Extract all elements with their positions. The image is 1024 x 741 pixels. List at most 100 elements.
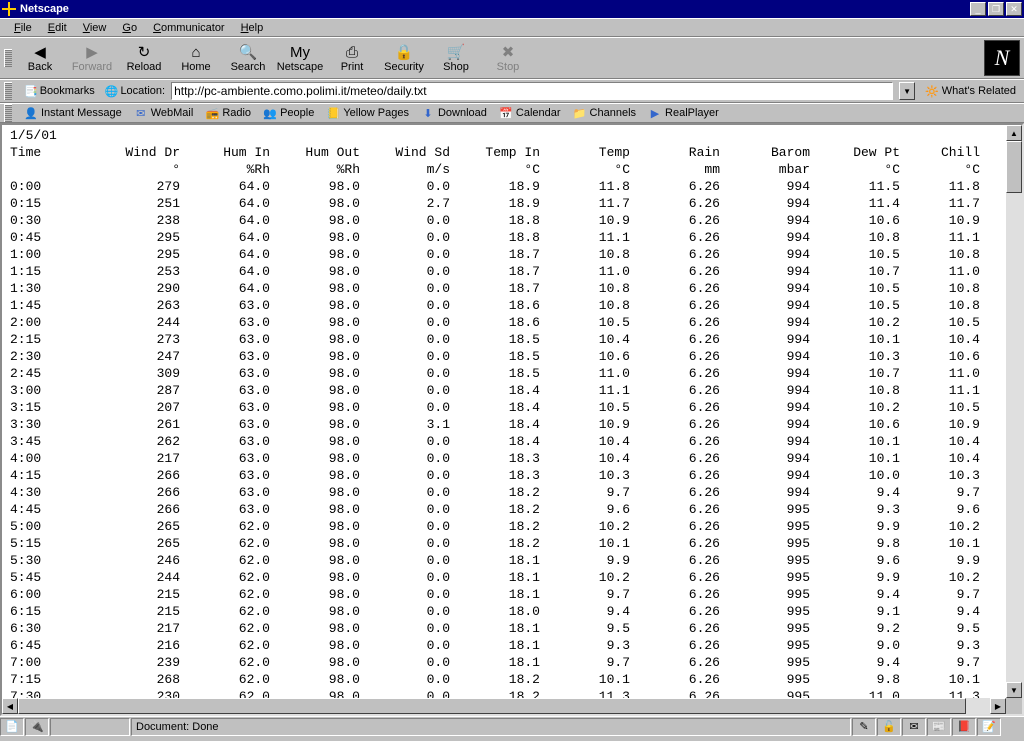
print-button[interactable]: ⎙Print — [326, 38, 378, 78]
menu-help[interactable]: Help — [233, 21, 272, 35]
personal-link-download[interactable]: ⬇Download — [421, 106, 487, 120]
link-icon: 👤 — [24, 106, 38, 120]
bookmarks-button[interactable]: 📑 Bookmarks — [20, 85, 99, 98]
table-cell: 994 — [720, 365, 810, 382]
table-cell: 10.1 — [810, 331, 900, 348]
personal-link-instant-message[interactable]: 👤Instant Message — [24, 106, 122, 120]
scroll-up-button[interactable]: ▲ — [1006, 125, 1022, 141]
stop-button: ✖Stop — [482, 38, 534, 78]
table-cell: 6.26 — [630, 586, 720, 603]
table-cell: 63.0 — [180, 382, 270, 399]
personal-link-realplayer[interactable]: ▶RealPlayer — [648, 106, 719, 120]
toolbar-handle[interactable] — [4, 82, 12, 100]
shop-button[interactable]: 🛒Shop — [430, 38, 482, 78]
security-button[interactable]: 🔒Security — [378, 38, 430, 78]
personal-link-people[interactable]: 👥People — [263, 106, 314, 120]
scroll-down-button[interactable]: ▼ — [1006, 682, 1022, 698]
reload-button[interactable]: ↻Reload — [118, 38, 170, 78]
scroll-left-button[interactable]: ◀ — [2, 698, 18, 714]
search-icon: 🔍 — [237, 43, 259, 61]
table-cell: 994 — [720, 178, 810, 195]
table-cell: 6.26 — [630, 603, 720, 620]
table-cell: 3:30 — [10, 416, 60, 433]
menu-communicator[interactable]: Communicator — [145, 21, 233, 35]
link-icon: 📻 — [205, 106, 219, 120]
table-cell: 63.0 — [180, 348, 270, 365]
personal-link-calendar[interactable]: 📅Calendar — [499, 106, 561, 120]
column-header: Temp In — [450, 144, 540, 161]
table-cell: 10.2 — [900, 518, 980, 535]
status-news-icon[interactable]: 📰 — [927, 718, 951, 736]
table-cell: 995 — [720, 620, 810, 637]
vertical-scroll-thumb[interactable] — [1006, 141, 1022, 193]
menu-edit[interactable]: Edit — [40, 21, 75, 35]
status-security-icon[interactable]: 🔓 — [877, 718, 901, 736]
table-cell: 10.4 — [900, 450, 980, 467]
table-cell: 98.0 — [270, 620, 360, 637]
menu-view[interactable]: View — [75, 21, 115, 35]
personal-link-webmail[interactable]: ✉WebMail — [134, 106, 194, 120]
table-cell: 98.0 — [270, 212, 360, 229]
table-row: 0:1525164.098.02.718.911.76.2699411.411.… — [10, 195, 980, 212]
column-header: Time — [10, 144, 60, 161]
status-mail-icon[interactable]: ✉ — [902, 718, 926, 736]
personal-link-channels[interactable]: 📁Channels — [573, 106, 636, 120]
scroll-right-button[interactable]: ▶ — [990, 698, 1006, 714]
table-cell: 5:30 — [10, 552, 60, 569]
table-row: 7:1526862.098.00.018.210.16.269959.810.1 — [10, 671, 980, 688]
horizontal-scrollbar[interactable]: ◀ ▶ — [2, 698, 1006, 714]
netscape-button[interactable]: MyNetscape — [274, 38, 326, 78]
url-input[interactable] — [172, 83, 892, 99]
table-cell: 2:00 — [10, 314, 60, 331]
table-cell: 9.1 — [810, 603, 900, 620]
home-button[interactable]: ⌂Home — [170, 38, 222, 78]
column-header: Wind Sd — [360, 144, 450, 161]
table-cell: 6.26 — [630, 280, 720, 297]
personal-link-radio[interactable]: 📻Radio — [205, 106, 251, 120]
table-cell: 0.0 — [360, 654, 450, 671]
vertical-scrollbar[interactable]: ▲ ▼ — [1006, 125, 1022, 698]
status-online-icon[interactable]: 🔌 — [25, 718, 49, 736]
table-cell: 295 — [60, 229, 180, 246]
status-component-icon[interactable]: 📄 — [0, 718, 24, 736]
personal-link-yellow-pages[interactable]: 📒Yellow Pages — [326, 106, 409, 120]
url-dropdown-button[interactable]: ▼ — [899, 82, 915, 100]
related-label: What's Related — [942, 85, 1016, 97]
search-button[interactable]: 🔍Search — [222, 38, 274, 78]
close-button[interactable]: ✕ — [1006, 2, 1022, 16]
table-cell: 63.0 — [180, 314, 270, 331]
table-cell: 247 — [60, 348, 180, 365]
table-cell: 0.0 — [360, 671, 450, 688]
table-cell: 266 — [60, 467, 180, 484]
table-cell: 0:15 — [10, 195, 60, 212]
table-cell: 246 — [60, 552, 180, 569]
menu-go[interactable]: Go — [114, 21, 145, 35]
table-cell: 0.0 — [360, 229, 450, 246]
table-cell: 9.4 — [900, 603, 980, 620]
whats-related-button[interactable]: 🔆 What's Related — [921, 85, 1020, 98]
table-cell: 9.3 — [900, 637, 980, 654]
table-cell: 9.3 — [810, 501, 900, 518]
link-icon: 👥 — [263, 106, 277, 120]
table-cell: 6.26 — [630, 263, 720, 280]
toolbar-handle[interactable] — [4, 104, 12, 122]
status-composer-icon[interactable]: ✎ — [852, 718, 876, 736]
location-toolbar: 📑 Bookmarks 🌐 Location: ▼ 🔆 What's Relat… — [0, 79, 1024, 103]
status-editor-icon[interactable]: 📝 — [977, 718, 1001, 736]
minimize-button[interactable]: _ — [970, 2, 986, 16]
table-cell: 994 — [720, 297, 810, 314]
location-icon[interactable]: 🌐 — [105, 85, 119, 98]
menu-file[interactable]: File — [6, 21, 40, 35]
table-cell: 290 — [60, 280, 180, 297]
column-unit: m/s — [360, 161, 450, 178]
table-cell: 6.26 — [630, 229, 720, 246]
horizontal-scroll-thumb[interactable] — [18, 698, 966, 714]
table-cell: 279 — [60, 178, 180, 195]
status-addressbook-icon[interactable]: 📕 — [952, 718, 976, 736]
table-cell: 98.0 — [270, 280, 360, 297]
toolbar-handle[interactable] — [4, 49, 12, 67]
table-cell: 10.5 — [810, 280, 900, 297]
back-button[interactable]: ◀Back — [14, 38, 66, 78]
restore-button[interactable]: ❐ — [988, 2, 1004, 16]
table-cell: 10.8 — [540, 246, 630, 263]
